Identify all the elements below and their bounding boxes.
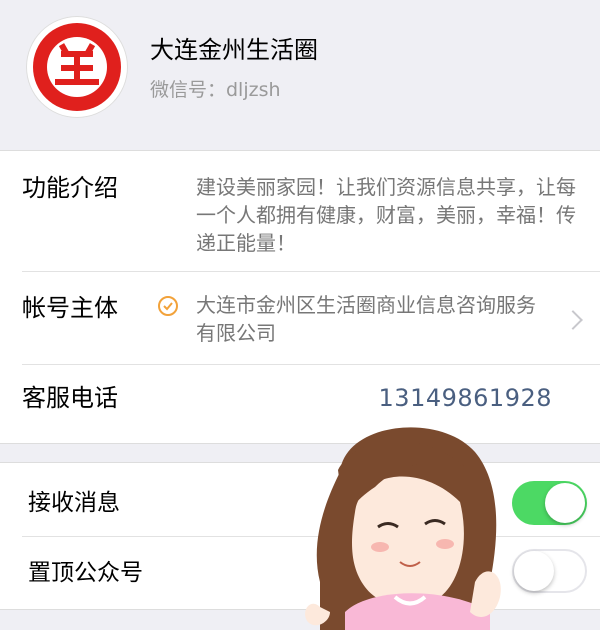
verified-check-icon bbox=[158, 296, 178, 316]
pin-account-label: 置顶公众号 bbox=[28, 560, 143, 586]
account-header: 大连金州生活圈 微信号：dljzsh bbox=[0, 0, 600, 150]
wechat-id: 微信号：dljzsh bbox=[150, 79, 281, 101]
intro-label: 功能介绍 bbox=[22, 174, 118, 202]
divider bbox=[22, 364, 600, 365]
entity-label: 帐号主体 bbox=[22, 294, 118, 322]
phone-label: 客服电话 bbox=[22, 384, 118, 412]
divider bbox=[22, 271, 600, 272]
entity-text: 大连市金州区生活圈商业信息咨询服务有限公司 bbox=[196, 293, 536, 345]
account-name: 大连金州生活圈 bbox=[150, 36, 318, 64]
account-logo-icon bbox=[26, 16, 128, 118]
phone-number-link[interactable]: 13149861928 bbox=[379, 383, 552, 413]
chevron-right-icon bbox=[563, 310, 583, 330]
cartoon-girl-sticker bbox=[305, 427, 501, 630]
receive-messages-label: 接收消息 bbox=[28, 490, 120, 516]
account-info-card: 功能介绍 建设美丽家园！让我们资源信息共享，让每一个人都拥有健康，财富，美丽，幸… bbox=[0, 150, 600, 444]
intro-text: 建设美丽家园！让我们资源信息共享，让每一个人都拥有健康，财富，美丽，幸福！传递正… bbox=[196, 175, 576, 255]
